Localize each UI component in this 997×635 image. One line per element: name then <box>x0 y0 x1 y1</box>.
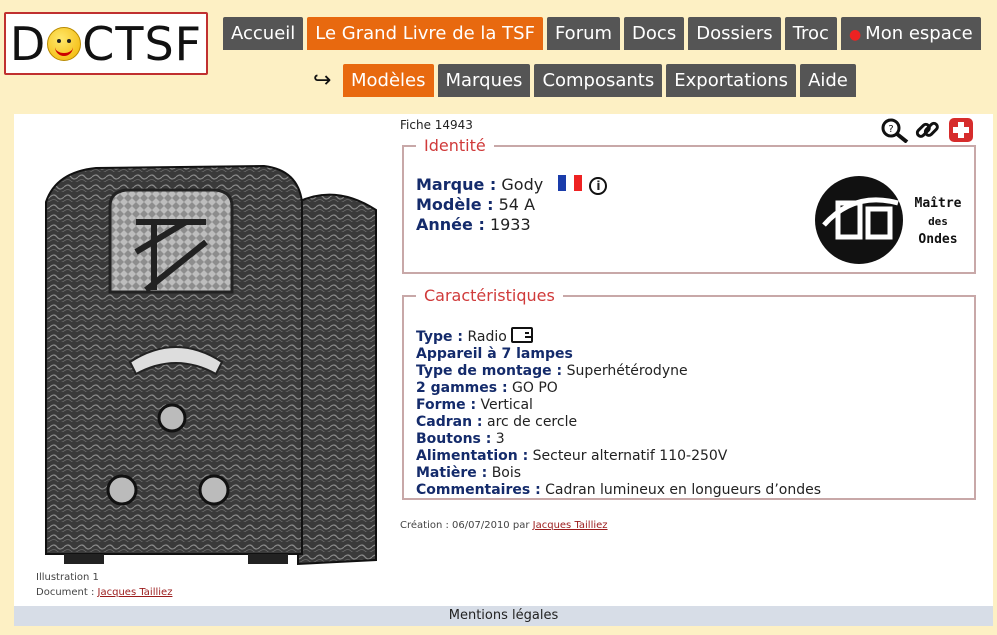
row-label: Type de montage : <box>416 363 563 379</box>
annee-label: Année : <box>416 215 485 234</box>
illustration-number: Illustration 1 <box>36 572 99 583</box>
nav-forum[interactable]: Forum <box>546 17 621 50</box>
subnav-modeles[interactable]: Modèles <box>343 64 434 97</box>
brand-logo-line1: Maître <box>915 196 962 211</box>
nav-mon-espace[interactable]: ● Mon espace <box>840 17 981 50</box>
caracteristiques-list: Type : Radio Appareil à 7 lampes Type de… <box>416 327 821 499</box>
modele-value: 54 A <box>498 195 536 214</box>
row-label: Boutons : <box>416 431 492 447</box>
row-value: Bois <box>491 465 522 481</box>
list-item: Forme : Vertical <box>416 397 821 414</box>
list-item: Type : Radio <box>416 327 821 346</box>
turn-arrow-icon: ↪ <box>313 68 332 93</box>
list-item: Boutons : 3 <box>416 431 821 448</box>
row-label: 2 gammes : <box>416 380 508 396</box>
identite-fieldset: Identité Marque : Gody i Modèle : 54 A A… <box>402 136 976 274</box>
nav-docs[interactable]: Docs <box>624 17 685 50</box>
france-flag-icon <box>558 175 583 191</box>
row-value: 3 <box>495 431 505 447</box>
list-item: 2 gammes : GO PO <box>416 380 821 397</box>
creation-info: Création : 06/07/2010 par Jacques Tailli… <box>400 520 608 531</box>
nav-troc[interactable]: Troc <box>784 17 837 50</box>
list-item: Appareil à 7 lampes <box>416 346 821 363</box>
row-label: Commentaires : <box>416 482 541 498</box>
nav-dossiers[interactable]: Dossiers <box>688 17 781 50</box>
list-item: Alimentation : Secteur alternatif 110-25… <box>416 448 821 465</box>
row-label: Forme : <box>416 397 477 413</box>
row-label: Appareil à 7 lampes <box>416 346 573 362</box>
modele-label: Modèle : <box>416 195 494 214</box>
smiley-icon <box>47 26 82 61</box>
row-value: arc de cercle <box>487 414 578 430</box>
svg-text:?: ? <box>888 124 893 135</box>
illustration-doc-label: Document : <box>36 587 95 598</box>
fiche-number: Fiche 14943 <box>400 118 473 132</box>
modele-line: Modèle : 54 A <box>416 195 535 214</box>
illustration-author-link[interactable]: Jacques Tailliez <box>98 587 173 598</box>
row-value: Secteur alternatif 110-250V <box>532 448 728 464</box>
row-label: Alimentation : <box>416 448 529 464</box>
content-panel: Illustration 1 Document : Jacques Tailli… <box>14 114 993 606</box>
subnav-composants[interactable]: Composants <box>534 64 663 97</box>
brand-logo-line3: Ondes <box>918 232 957 247</box>
logo-text-ctsf: CTSF <box>82 16 203 71</box>
brand-logo[interactable]: Maître des Ondes <box>814 173 964 267</box>
row-label: Type : <box>416 329 464 345</box>
identite-legend: Identité <box>424 136 486 155</box>
row-label: Cadran : <box>416 414 483 430</box>
row-value: Superhétérodyne <box>566 363 688 379</box>
marque-line: Marque : Gody i <box>416 175 608 195</box>
info-icon[interactable]: i <box>589 177 608 195</box>
caracteristiques-fieldset: Caractéristiques Type : Radio Appareil à… <box>402 286 976 500</box>
row-value: Vertical <box>480 397 533 413</box>
illustration-caption: Illustration 1 Document : Jacques Tailli… <box>36 570 172 600</box>
creation-text: Création : 06/07/2010 par <box>400 520 530 531</box>
marque-value[interactable]: Gody <box>501 175 543 194</box>
row-value: Cadran lumineux en longueurs d’ondes <box>545 482 822 498</box>
row-value[interactable]: Radio <box>467 329 506 345</box>
caracteristiques-legend: Caractéristiques <box>424 286 555 305</box>
row-value: GO PO <box>512 380 558 396</box>
list-item: Commentaires : Cadran lumineux en longue… <box>416 482 821 499</box>
sub-nav: Modèles Marques Composants Exportations … <box>343 64 856 97</box>
nav-accueil[interactable]: Accueil <box>223 17 304 50</box>
subnav-aide[interactable]: Aide <box>800 64 856 97</box>
nav-mon-espace-label: Mon espace <box>865 23 973 44</box>
marque-label: Marque : <box>416 175 497 194</box>
radio-icon <box>511 327 534 343</box>
subnav-marques[interactable]: Marques <box>437 64 531 97</box>
site-logo[interactable]: D CTSF <box>4 12 208 75</box>
annee-value: 1933 <box>489 215 531 234</box>
status-dot-icon: ● <box>848 27 862 43</box>
footer-legal-link[interactable]: Mentions légales <box>14 606 993 626</box>
list-item: Matière : Bois <box>416 465 821 482</box>
list-item: Type de montage : Superhétérodyne <box>416 363 821 380</box>
main-nav: Accueil Le Grand Livre de la TSF Forum D… <box>223 17 981 50</box>
row-label: Matière : <box>416 465 488 481</box>
illustration-source: Document : Jacques Tailliez <box>36 585 172 600</box>
radio-photo[interactable] <box>36 162 388 608</box>
brand-logo-line2: des <box>928 215 948 228</box>
subnav-exportations[interactable]: Exportations <box>666 64 797 97</box>
creation-author-link[interactable]: Jacques Tailliez <box>533 520 608 531</box>
nav-grand-livre[interactable]: Le Grand Livre de la TSF <box>307 17 543 50</box>
annee-line: Année : 1933 <box>416 215 531 234</box>
list-item: Cadran : arc de cercle <box>416 414 821 431</box>
logo-text-d: D <box>9 16 47 71</box>
